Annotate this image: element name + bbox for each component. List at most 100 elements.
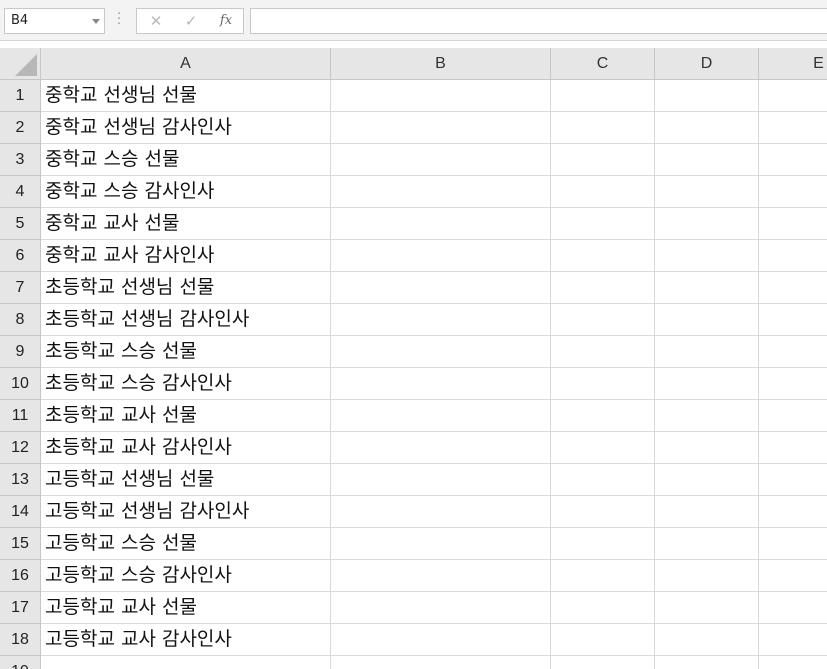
cell-d1[interactable]: [655, 80, 759, 112]
cell-b12[interactable]: [331, 432, 551, 464]
cell-a8[interactable]: 초등학교 선생님 감사인사: [41, 304, 331, 336]
row-header[interactable]: 11: [0, 400, 41, 432]
cell-a7[interactable]: 초등학교 선생님 선물: [41, 272, 331, 304]
formula-input[interactable]: [250, 8, 827, 34]
row-header[interactable]: 4: [0, 176, 41, 208]
cell-c18[interactable]: [551, 624, 655, 656]
cell-c10[interactable]: [551, 368, 655, 400]
cell-c4[interactable]: [551, 176, 655, 208]
cell-d10[interactable]: [655, 368, 759, 400]
cell-d13[interactable]: [655, 464, 759, 496]
cell-a17[interactable]: 고등학교 교사 선물: [41, 592, 331, 624]
cell-b15[interactable]: [331, 528, 551, 560]
cell-d14[interactable]: [655, 496, 759, 528]
cell-d17[interactable]: [655, 592, 759, 624]
cell-c14[interactable]: [551, 496, 655, 528]
cell-e15[interactable]: [759, 528, 827, 560]
cell-d5[interactable]: [655, 208, 759, 240]
cell-d6[interactable]: [655, 240, 759, 272]
row-header[interactable]: 2: [0, 112, 41, 144]
row-header[interactable]: 17: [0, 592, 41, 624]
cell-a15[interactable]: 고등학교 스승 선물: [41, 528, 331, 560]
row-header[interactable]: 19: [0, 656, 41, 669]
cell-e17[interactable]: [759, 592, 827, 624]
cell-d16[interactable]: [655, 560, 759, 592]
cell-d8[interactable]: [655, 304, 759, 336]
row-header[interactable]: 3: [0, 144, 41, 176]
cell-b13[interactable]: [331, 464, 551, 496]
cell-a6[interactable]: 중학교 교사 감사인사: [41, 240, 331, 272]
column-header-a[interactable]: A: [41, 48, 331, 80]
cell-c9[interactable]: [551, 336, 655, 368]
row-header[interactable]: 8: [0, 304, 41, 336]
cell-c13[interactable]: [551, 464, 655, 496]
cell-d9[interactable]: [655, 336, 759, 368]
cell-d19[interactable]: [655, 656, 759, 669]
cell-e14[interactable]: [759, 496, 827, 528]
cell-b9[interactable]: [331, 336, 551, 368]
row-header[interactable]: 5: [0, 208, 41, 240]
cell-e5[interactable]: [759, 208, 827, 240]
cell-c15[interactable]: [551, 528, 655, 560]
cell-e18[interactable]: [759, 624, 827, 656]
cell-c5[interactable]: [551, 208, 655, 240]
cell-e1[interactable]: [759, 80, 827, 112]
cell-b8[interactable]: [331, 304, 551, 336]
row-header[interactable]: 6: [0, 240, 41, 272]
row-header[interactable]: 7: [0, 272, 41, 304]
cell-d12[interactable]: [655, 432, 759, 464]
cell-a18[interactable]: 고등학교 교사 감사인사: [41, 624, 331, 656]
row-header[interactable]: 10: [0, 368, 41, 400]
cell-a11[interactable]: 초등학교 교사 선물: [41, 400, 331, 432]
cell-d2[interactable]: [655, 112, 759, 144]
cell-b7[interactable]: [331, 272, 551, 304]
cell-a10[interactable]: 초등학교 스승 감사인사: [41, 368, 331, 400]
cell-c8[interactable]: [551, 304, 655, 336]
cell-c1[interactable]: [551, 80, 655, 112]
cell-a3[interactable]: 중학교 스승 선물: [41, 144, 331, 176]
cell-d11[interactable]: [655, 400, 759, 432]
enter-icon[interactable]: ✓: [174, 9, 208, 33]
cell-e6[interactable]: [759, 240, 827, 272]
cell-b11[interactable]: [331, 400, 551, 432]
row-header[interactable]: 18: [0, 624, 41, 656]
cell-b16[interactable]: [331, 560, 551, 592]
cell-c17[interactable]: [551, 592, 655, 624]
cell-e9[interactable]: [759, 336, 827, 368]
cell-b18[interactable]: [331, 624, 551, 656]
row-header[interactable]: 15: [0, 528, 41, 560]
cell-b5[interactable]: [331, 208, 551, 240]
cell-b4[interactable]: [331, 176, 551, 208]
cell-e2[interactable]: [759, 112, 827, 144]
column-header-d[interactable]: D: [655, 48, 759, 80]
cell-a16[interactable]: 고등학교 스승 감사인사: [41, 560, 331, 592]
column-header-c[interactable]: C: [551, 48, 655, 80]
cell-e10[interactable]: [759, 368, 827, 400]
cell-c11[interactable]: [551, 400, 655, 432]
name-box[interactable]: B4: [4, 8, 105, 34]
cell-c19[interactable]: [551, 656, 655, 669]
cell-e4[interactable]: [759, 176, 827, 208]
cell-e3[interactable]: [759, 144, 827, 176]
cell-c7[interactable]: [551, 272, 655, 304]
cell-e19[interactable]: [759, 656, 827, 669]
cell-e12[interactable]: [759, 432, 827, 464]
cell-e13[interactable]: [759, 464, 827, 496]
cell-b17[interactable]: [331, 592, 551, 624]
row-header[interactable]: 1: [0, 80, 41, 112]
cancel-icon[interactable]: ✕: [139, 9, 173, 33]
cell-c2[interactable]: [551, 112, 655, 144]
cell-a13[interactable]: 고등학교 선생님 선물: [41, 464, 331, 496]
cell-e16[interactable]: [759, 560, 827, 592]
cell-b3[interactable]: [331, 144, 551, 176]
cell-e7[interactable]: [759, 272, 827, 304]
cell-c6[interactable]: [551, 240, 655, 272]
cell-b19[interactable]: [331, 656, 551, 669]
cell-a19[interactable]: [41, 656, 331, 669]
cell-d4[interactable]: [655, 176, 759, 208]
row-header[interactable]: 9: [0, 336, 41, 368]
column-header-e[interactable]: E: [759, 48, 827, 80]
cell-c12[interactable]: [551, 432, 655, 464]
row-header[interactable]: 16: [0, 560, 41, 592]
cell-d3[interactable]: [655, 144, 759, 176]
